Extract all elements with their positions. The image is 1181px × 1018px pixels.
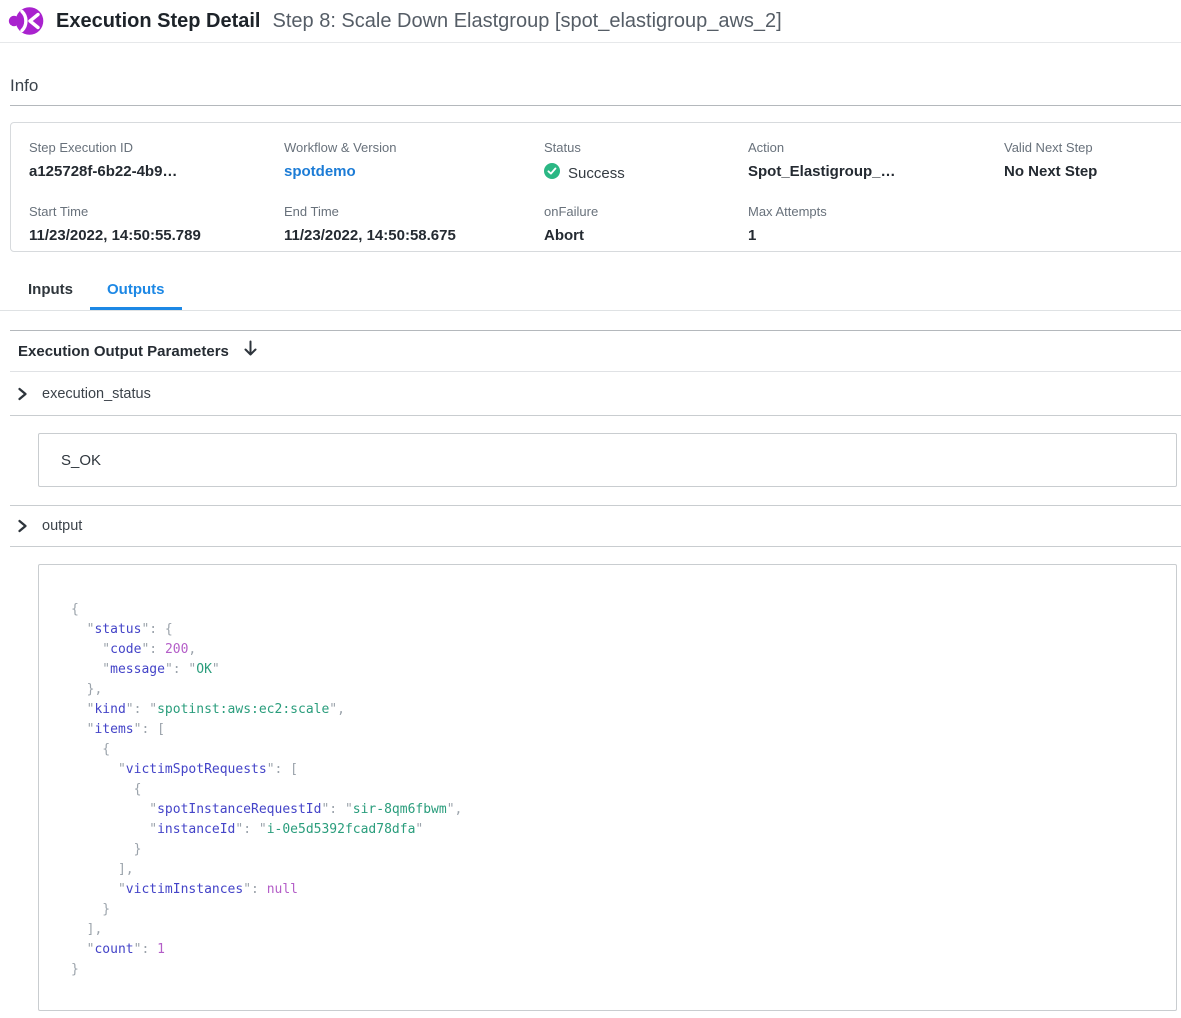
field-action: Action Spot_Elastigroup_… <box>748 123 1004 187</box>
info-card: Step Execution ID a125728f-6b22-4b9… Wor… <box>10 122 1181 252</box>
param-row-divider <box>10 415 1181 416</box>
code-line: ], <box>71 920 1176 940</box>
status-badge: Success <box>544 163 748 183</box>
code-line: "status": { <box>71 620 1176 640</box>
field-empty <box>1004 187 1181 251</box>
code-line: } <box>71 960 1176 980</box>
execution-status-value: S_OK <box>61 452 101 469</box>
code-line: "message": "OK" <box>71 660 1176 680</box>
output-row-bottom-divider <box>10 546 1181 547</box>
success-check-icon <box>544 163 560 183</box>
param-name: output <box>42 518 82 534</box>
info-divider <box>10 105 1181 106</box>
field-status: Status Success <box>544 123 748 187</box>
tab-outputs[interactable]: Outputs <box>90 272 182 310</box>
chevron-right-icon <box>16 387 29 401</box>
page-title: Execution Step Detail <box>56 10 261 33</box>
outputs-section-title: Execution Output Parameters <box>18 343 229 360</box>
output-code-box: { "status": { "code": 200, "message": "O… <box>38 564 1177 1011</box>
arrow-down-icon[interactable] <box>243 340 258 362</box>
code-line: } <box>71 900 1176 920</box>
field-value: a125728f-6b22-4b9… <box>29 163 284 180</box>
field-label: Start Time <box>29 204 284 219</box>
field-label: Status <box>544 140 748 155</box>
param-name: execution_status <box>42 386 151 402</box>
code-line: "code": 200, <box>71 640 1176 660</box>
code-line: { <box>71 600 1176 620</box>
field-end-time: End Time 11/23/2022, 14:50:58.675 <box>284 187 544 251</box>
field-max-attempts: Max Attempts 1 <box>748 187 1004 251</box>
code-line: "victimInstances": null <box>71 880 1176 900</box>
field-onfailure: onFailure Abort <box>544 187 748 251</box>
code-line: "victimSpotRequests": [ <box>71 760 1176 780</box>
execution-status-value-box: S_OK <box>38 433 1177 487</box>
info-section-label: Info <box>10 76 1181 96</box>
field-label: Workflow & Version <box>284 140 544 155</box>
field-valid-next-step: Valid Next Step No Next Step <box>1004 123 1181 187</box>
tab-inputs[interactable]: Inputs <box>11 272 90 310</box>
tab-bar: Inputs Outputs <box>0 272 1181 311</box>
page-subtitle: Step 8: Scale Down Elastgroup [spot_elas… <box>273 10 782 33</box>
app-header: Execution Step Detail Step 8: Scale Down… <box>0 0 1181 43</box>
json-code: { "status": { "code": 200, "message": "O… <box>71 600 1176 980</box>
field-label: onFailure <box>544 204 748 219</box>
field-value: Abort <box>544 227 748 244</box>
field-value: 11/23/2022, 14:50:55.789 <box>29 227 284 244</box>
code-line: ], <box>71 860 1176 880</box>
field-label: Action <box>748 140 1004 155</box>
status-text: Success <box>568 165 625 182</box>
output-parameters-header: Execution Output Parameters <box>0 331 1181 371</box>
code-line: }, <box>71 680 1176 700</box>
field-value: Spot_Elastigroup_… <box>748 163 1004 180</box>
info-grid: Step Execution ID a125728f-6b22-4b9… Wor… <box>11 123 1181 251</box>
code-line: "kind": "spotinst:aws:ec2:scale", <box>71 700 1176 720</box>
field-workflow-version: Workflow & Version spotdemo <box>284 123 544 187</box>
field-value: 11/23/2022, 14:50:58.675 <box>284 227 544 244</box>
code-line: { <box>71 780 1176 800</box>
chevron-right-icon <box>16 519 29 533</box>
field-label: Step Execution ID <box>29 140 284 155</box>
code-line: "items": [ <box>71 720 1176 740</box>
field-label: Max Attempts <box>748 204 1004 219</box>
field-step-execution-id: Step Execution ID a125728f-6b22-4b9… <box>29 123 284 187</box>
field-value: 1 <box>748 227 1004 244</box>
workflow-link[interactable]: spotdemo <box>284 163 544 180</box>
code-line: } <box>71 840 1176 860</box>
code-line: { <box>71 740 1176 760</box>
code-line: "count": 1 <box>71 940 1176 960</box>
field-label: End Time <box>284 204 544 219</box>
field-start-time: Start Time 11/23/2022, 14:50:55.789 <box>29 187 284 251</box>
param-row-execution-status[interactable]: execution_status <box>0 372 1181 415</box>
param-row-output[interactable]: output <box>0 506 1181 546</box>
code-line: "instanceId": "i-0e5d5392fcad78dfa" <box>71 820 1176 840</box>
field-label: Valid Next Step <box>1004 140 1181 155</box>
field-value: No Next Step <box>1004 163 1181 180</box>
app-logo-icon <box>8 5 44 37</box>
code-line: "spotInstanceRequestId": "sir-8qm6fbwm", <box>71 800 1176 820</box>
